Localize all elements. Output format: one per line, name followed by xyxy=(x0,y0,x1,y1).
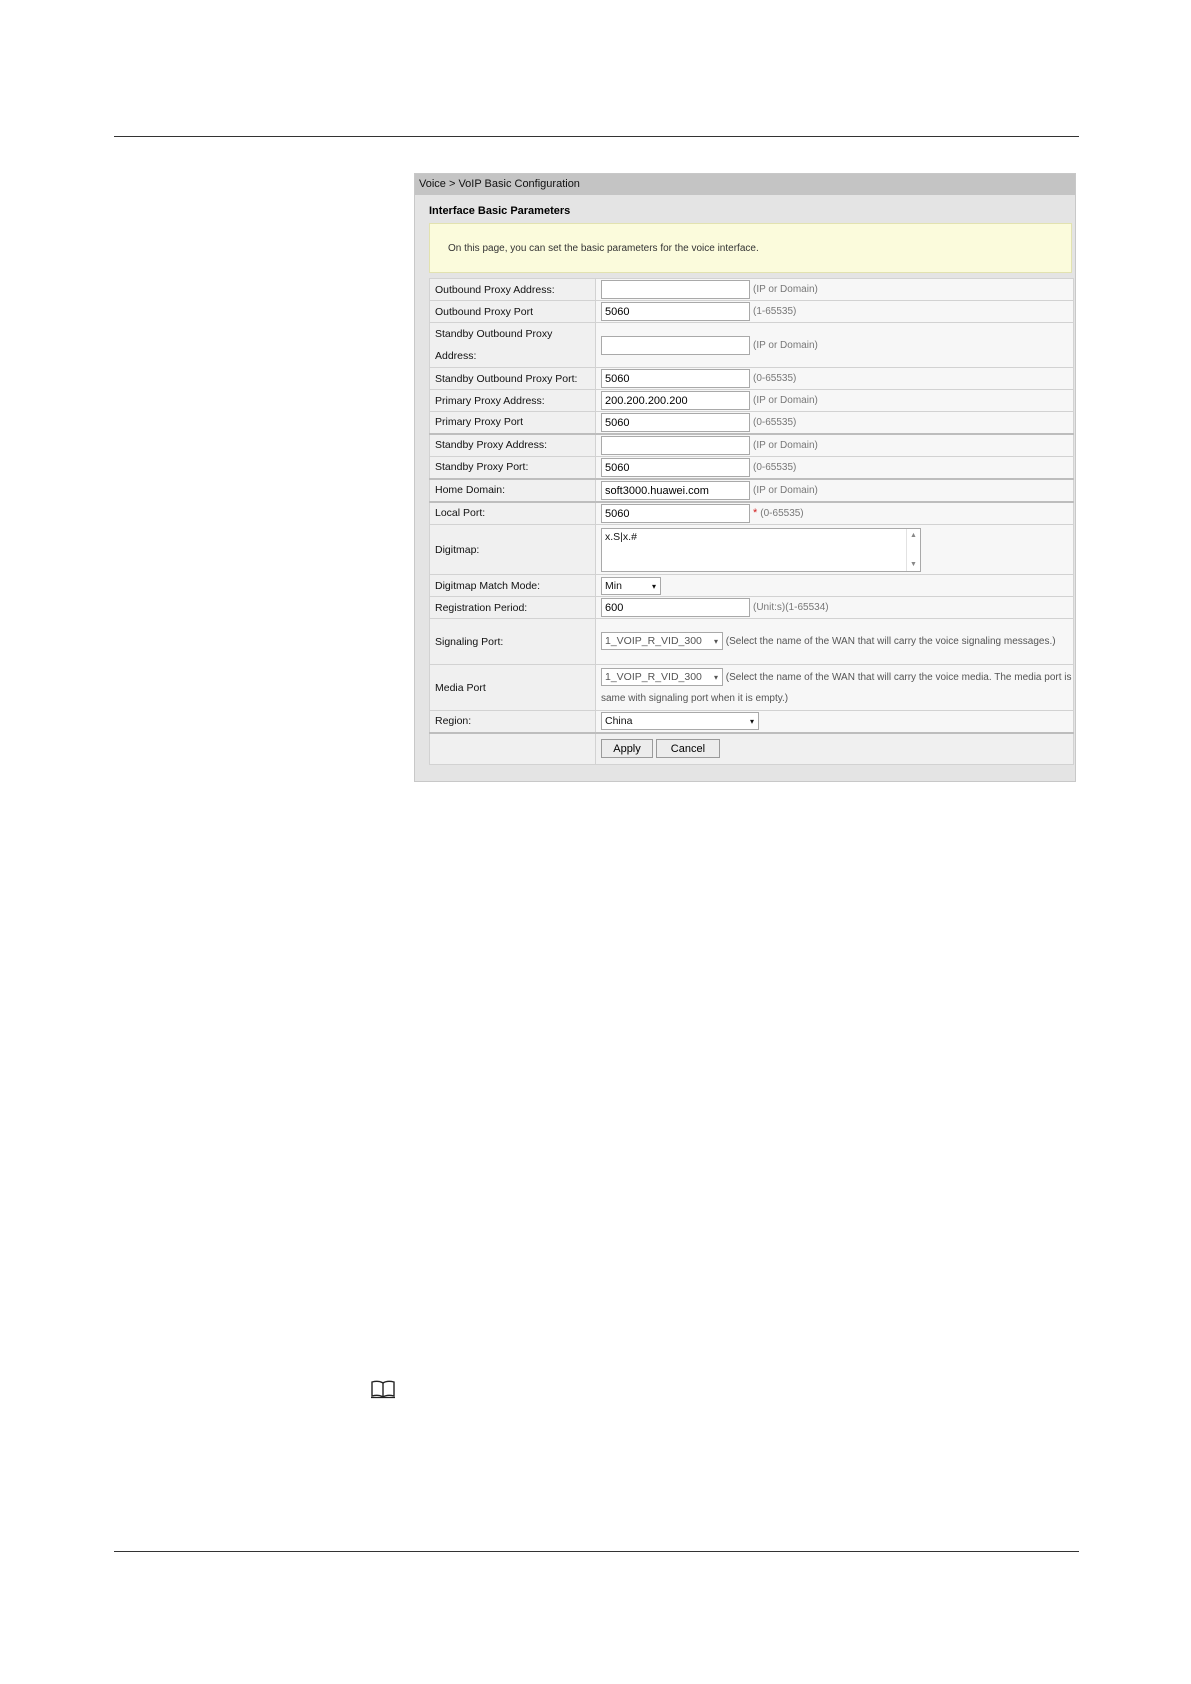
cancel-button[interactable]: Cancel xyxy=(655,739,720,758)
row-outbound-proxy-port: Outbound Proxy Port 5060 (1-65535) xyxy=(429,300,1074,323)
standby-outbound-proxy-port-label: Standby Outbound Proxy Port: xyxy=(429,367,596,390)
book-icon xyxy=(371,1380,395,1399)
standby-proxy-port-input[interactable]: 5060 xyxy=(601,457,750,477)
row-media-port: Media Port 1_VOIP_R_VID_300 ▾ (Select the… xyxy=(429,664,1074,711)
row-region: Region: China ▾ xyxy=(429,710,1074,733)
outbound-proxy-address-label: Outbound Proxy Address: xyxy=(429,278,596,301)
local-port-label: Local Port: xyxy=(429,500,596,525)
registration-period-input[interactable]: 600 xyxy=(601,598,750,617)
outbound-proxy-address-input[interactable] xyxy=(601,280,750,299)
apply-button[interactable]: Apply xyxy=(601,739,653,758)
region-select[interactable]: China ▾ xyxy=(601,712,759,731)
button-row-spacer xyxy=(429,731,596,765)
signaling-port-select[interactable]: 1_VOIP_R_VID_300 ▾ xyxy=(601,632,723,651)
chevron-down-icon: ▾ xyxy=(713,637,718,647)
standby-outbound-proxy-address-hint: (IP or Domain) xyxy=(753,339,818,351)
region-label: Region: xyxy=(429,710,596,733)
voip-config-screenshot: Voice > VoIP Basic Configuration Interfa… xyxy=(414,173,1076,782)
standby-outbound-proxy-address-label: Standby Outbound Proxy Address: xyxy=(429,322,596,368)
home-domain-input[interactable]: soft3000.huawei.com xyxy=(601,480,750,500)
signaling-port-hint: (Select the name of the WAN that will ca… xyxy=(725,636,1056,647)
outbound-proxy-port-label: Outbound Proxy Port xyxy=(429,300,596,323)
textarea-scrollbar[interactable]: ▲ ▼ xyxy=(906,528,920,571)
outbound-proxy-port-hint: (1-65535) xyxy=(753,306,797,317)
standby-proxy-address-input[interactable] xyxy=(601,435,750,455)
media-port-select[interactable]: 1_VOIP_R_VID_300 ▾ xyxy=(601,667,723,686)
home-domain-label: Home Domain: xyxy=(429,477,596,502)
row-standby-proxy-address: Standby Proxy Address: (IP or Domain) xyxy=(429,432,1074,457)
row-standby-outbound-proxy-address: Standby Outbound Proxy Address: (IP or Do… xyxy=(429,322,1074,368)
standby-outbound-proxy-address-input[interactable] xyxy=(601,335,750,355)
primary-proxy-port-input[interactable]: 5060 xyxy=(601,412,750,432)
primary-proxy-address-input[interactable]: 200.200.200.200 xyxy=(601,391,750,410)
home-domain-hint: (IP or Domain) xyxy=(753,484,818,496)
signaling-port-label: Signaling Port: xyxy=(429,618,596,665)
row-digitmap-match-mode: Digitmap Match Mode: Min ▾ xyxy=(429,574,1074,597)
standby-outbound-proxy-address-label-line1: Standby Outbound Proxy xyxy=(435,328,553,340)
row-primary-proxy-port: Primary Proxy Port 5060 (0-65535) xyxy=(429,411,1074,434)
registration-period-hint: (Unit:s)(1-65534) xyxy=(753,602,829,613)
primary-proxy-address-hint: (IP or Domain) xyxy=(753,395,818,406)
standby-proxy-address-label: Standby Proxy Address: xyxy=(429,432,596,457)
digitmap-label: Digitmap: xyxy=(429,524,596,575)
chevron-down-icon: ▾ xyxy=(749,717,754,727)
required-marker: * xyxy=(753,507,758,520)
breadcrumb: Voice > VoIP Basic Configuration xyxy=(415,174,1075,195)
primary-proxy-port-label: Primary Proxy Port xyxy=(429,411,596,434)
row-outbound-proxy-address: Outbound Proxy Address: (IP or Domain) xyxy=(429,278,1074,301)
outbound-proxy-port-input[interactable]: 5060 xyxy=(601,302,750,321)
signaling-port-value: 1_VOIP_R_VID_300 xyxy=(605,635,702,648)
digitmap-value: x.S|x.# xyxy=(605,530,637,543)
media-port-value: 1_VOIP_R_VID_300 xyxy=(605,670,702,683)
row-standby-proxy-port: Standby Proxy Port: 5060 (0-65535) xyxy=(429,456,1074,479)
standby-outbound-proxy-address-label-line2: Address: xyxy=(435,350,477,362)
signaling-port-cell: 1_VOIP_R_VID_300 ▾ (Select the name of th… xyxy=(601,631,1073,652)
info-note: On this page, you can set the basic para… xyxy=(429,223,1072,273)
region-value: China xyxy=(605,715,633,728)
row-standby-outbound-proxy-port: Standby Outbound Proxy Port: 5060 (0-6553… xyxy=(429,367,1074,390)
standby-proxy-port-label: Standby Proxy Port: xyxy=(429,456,596,479)
digitmap-match-mode-select[interactable]: Min ▾ xyxy=(601,576,661,595)
row-digitmap: Digitmap: x.S|x.# ▲ ▼ xyxy=(429,524,1074,575)
scroll-up-icon[interactable]: ▲ xyxy=(907,532,920,539)
button-row: Apply Cancel xyxy=(429,731,1074,765)
primary-proxy-address-label: Primary Proxy Address: xyxy=(429,389,596,412)
local-port-hint: (0-65535) xyxy=(760,507,804,519)
media-port-cell: 1_VOIP_R_VID_300 ▾ (Select the name of th… xyxy=(601,667,1073,709)
footer-rule xyxy=(114,1551,1079,1552)
digitmap-textarea[interactable]: x.S|x.# ▲ ▼ xyxy=(601,527,921,572)
header-rule xyxy=(114,136,1079,137)
outbound-proxy-address-hint: (IP or Domain) xyxy=(753,284,818,295)
chevron-down-icon: ▾ xyxy=(713,672,718,682)
registration-period-label: Registration Period: xyxy=(429,596,596,619)
row-home-domain: Home Domain: soft3000.huawei.com (IP or D… xyxy=(429,477,1074,502)
standby-outbound-proxy-port-input[interactable]: 5060 xyxy=(601,369,750,388)
media-port-label: Media Port xyxy=(429,664,596,711)
digitmap-match-mode-label: Digitmap Match Mode: xyxy=(429,574,596,597)
local-port-input[interactable]: 5060 xyxy=(601,503,750,523)
primary-proxy-port-hint: (0-65535) xyxy=(753,416,797,428)
row-registration-period: Registration Period: 600 (Unit:s)(1-65534… xyxy=(429,596,1074,619)
scroll-down-icon[interactable]: ▼ xyxy=(907,561,920,568)
row-signaling-port: Signaling Port: 1_VOIP_R_VID_300 ▾ (Selec… xyxy=(429,618,1074,665)
section-title: Interface Basic Parameters xyxy=(429,205,571,217)
row-local-port: Local Port: 5060 * (0-65535) xyxy=(429,500,1074,525)
standby-proxy-port-hint: (0-65535) xyxy=(753,461,797,473)
digitmap-match-mode-value: Min xyxy=(605,579,622,592)
row-primary-proxy-address: Primary Proxy Address: 200.200.200.200 (I… xyxy=(429,389,1074,412)
parameters-table: Outbound Proxy Address: (IP or Domain) O… xyxy=(429,278,1074,765)
standby-outbound-proxy-port-hint: (0-65535) xyxy=(753,373,797,384)
chevron-down-icon: ▾ xyxy=(651,581,656,591)
standby-proxy-address-hint: (IP or Domain) xyxy=(753,439,818,451)
